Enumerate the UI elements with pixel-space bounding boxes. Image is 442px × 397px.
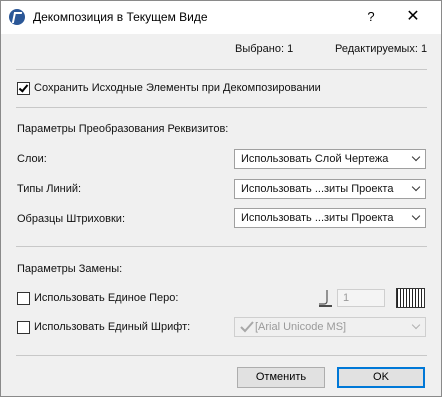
pen-number-input[interactable]: 1 — [337, 289, 385, 307]
single-font-label[interactable]: Использовать Единый Шрифт: — [34, 321, 190, 333]
dialog-title: Декомпозиция в Текущем Виде — [33, 10, 208, 24]
keep-original-checkbox[interactable] — [17, 82, 30, 95]
chevron-down-icon — [411, 182, 421, 192]
hatches-select[interactable]: Использовать ...зиты Проекта — [234, 208, 426, 228]
selected-count: Выбрано: 1 — [235, 43, 294, 55]
divider — [16, 107, 427, 108]
font-select-value: [Arial Unicode MS] — [255, 321, 347, 333]
chevron-down-icon — [411, 320, 421, 330]
layers-label: Слои: — [17, 153, 47, 165]
divider — [16, 69, 427, 70]
hatches-select-value: Использовать ...зиты Проекта — [241, 212, 394, 224]
layers-select-value: Использовать Слой Чертежа — [241, 153, 389, 165]
divider — [16, 246, 427, 247]
divider — [16, 355, 427, 356]
help-button[interactable]: ? — [361, 7, 381, 27]
single-pen-checkbox[interactable] — [17, 292, 30, 305]
layers-select[interactable]: Использовать Слой Чертежа — [234, 149, 426, 169]
cancel-button[interactable]: Отменить — [237, 367, 325, 388]
archicad-app-icon — [9, 9, 25, 25]
line-types-select[interactable]: Использовать ...зиты Проекта — [234, 179, 426, 199]
single-pen-label[interactable]: Использовать Единое Перо: — [34, 292, 178, 304]
decompose-dialog: Декомпозиция в Текущем Виде ? ✕ Выбрано:… — [0, 0, 442, 397]
line-types-select-value: Использовать ...зиты Проекта — [241, 183, 394, 195]
editable-count: Редактируемых: 1 — [335, 43, 428, 55]
close-button[interactable]: ✕ — [401, 5, 425, 29]
overrides-heading: Параметры Замены: — [17, 263, 123, 275]
attributes-heading: Параметры Преобразования Реквизитов: — [17, 123, 229, 135]
checkmark-font-icon — [240, 321, 254, 333]
keep-original-label[interactable]: Сохранить Исходные Элементы при Декомпоз… — [34, 82, 321, 94]
pen-color-swatch-button[interactable] — [396, 288, 425, 308]
font-select[interactable]: [Arial Unicode MS] — [234, 317, 426, 337]
chevron-down-icon — [411, 211, 421, 221]
line-types-label: Типы Линий: — [17, 183, 82, 195]
chevron-down-icon — [411, 152, 421, 162]
single-font-checkbox[interactable] — [17, 321, 30, 334]
pen-icon — [319, 290, 332, 307]
title-bar: Декомпозиция в Текущем Виде ? ✕ — [1, 1, 441, 34]
ok-button[interactable]: OK — [337, 367, 425, 388]
hatches-label: Образцы Штриховки: — [17, 213, 126, 225]
